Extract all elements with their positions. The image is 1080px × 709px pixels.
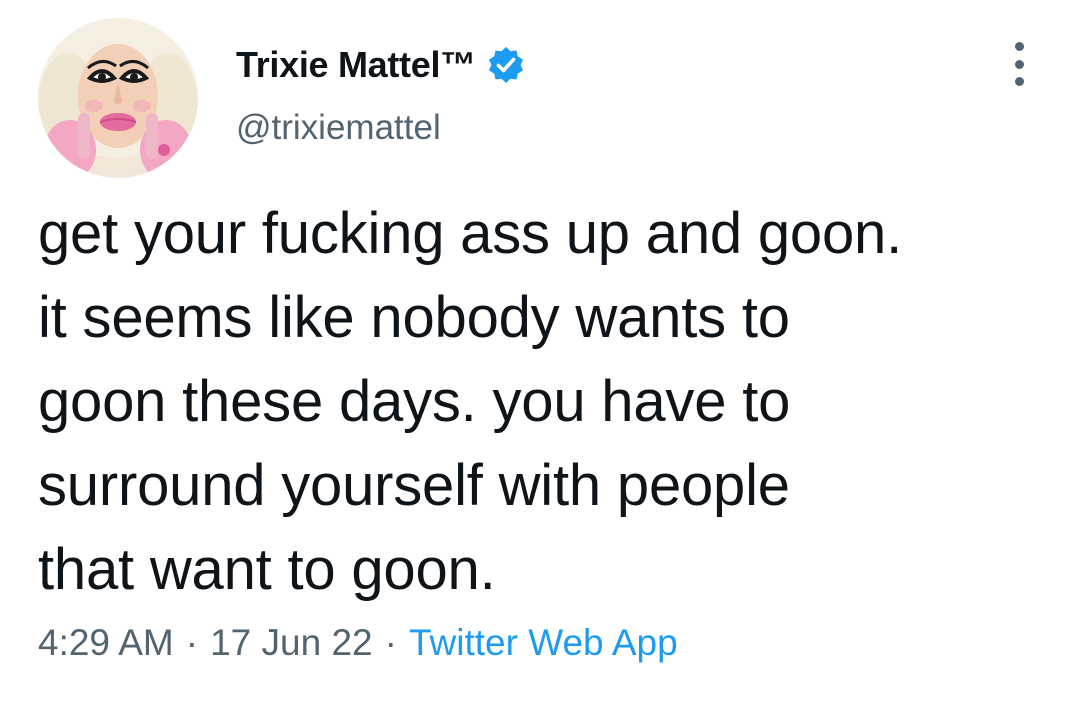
more-dot: [1014, 77, 1024, 86]
display-name[interactable]: Trixie Mattel™: [236, 44, 476, 86]
avatar[interactable]: [38, 18, 198, 178]
verified-badge-icon: [488, 47, 523, 83]
more-dot: [1014, 42, 1024, 51]
tweet-text-line: goon these days. you have to: [38, 369, 791, 434]
meta-separator: ·: [185, 622, 199, 663]
tweet-text-line: get your fucking ass up and goon.: [38, 201, 902, 266]
tweet-source-link[interactable]: Twitter Web App: [409, 622, 678, 663]
tweet-time[interactable]: 4:29 AM: [38, 622, 174, 663]
tweet-text-line: surround yourself with people: [38, 453, 790, 518]
meta-separator: ·: [384, 622, 397, 663]
author-name-row[interactable]: Trixie Mattel™: [236, 40, 526, 90]
author-handle[interactable]: @trixiemattel: [236, 108, 441, 148]
tweet-meta: 4:29 AM · 17 Jun 22 · Twitter Web App: [38, 622, 678, 664]
tweet-text-line: it seems like nobody wants to: [38, 285, 790, 350]
tweet-text: get your fucking ass up and goon. it see…: [38, 192, 1048, 612]
tweet-date[interactable]: 17 Jun 22: [210, 622, 373, 663]
more-dot: [1014, 59, 1024, 69]
avatar-image: [38, 18, 198, 178]
tweet: Trixie Mattel™ @trixiemattel get your fu…: [0, 0, 1080, 709]
more-vertical-icon[interactable]: [1004, 42, 1034, 86]
tweet-text-line: that want to goon.: [38, 537, 496, 602]
